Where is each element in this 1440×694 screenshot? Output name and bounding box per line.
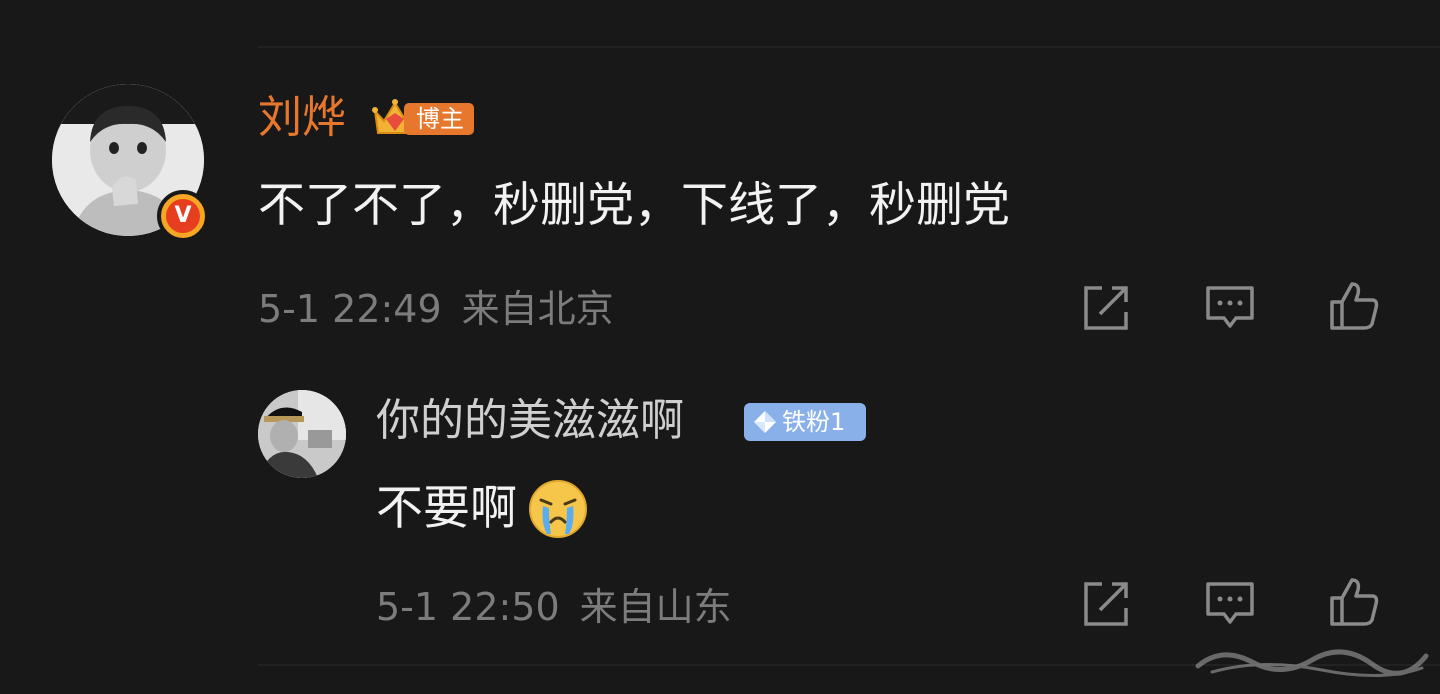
comment-meta: 5-1 22:49 来自北京 bbox=[258, 286, 634, 332]
comment-location: 来自北京 bbox=[461, 287, 614, 331]
like-button[interactable] bbox=[1328, 280, 1380, 332]
share-icon bbox=[1084, 582, 1128, 626]
reply-time: 5-1 22:50 bbox=[376, 585, 560, 629]
reply-share-button[interactable] bbox=[1080, 578, 1132, 630]
reply-author-name[interactable]: 你的的美滋滋啊 bbox=[376, 395, 684, 447]
reply-text: 不要啊 bbox=[376, 481, 517, 536]
reply-avatar[interactable] bbox=[258, 390, 346, 478]
crying-face-icon bbox=[529, 480, 587, 538]
top-divider bbox=[258, 46, 1440, 48]
reply-meta: 5-1 22:50 来自山东 bbox=[376, 584, 752, 630]
blogger-badge: 博主 bbox=[372, 97, 486, 139]
comment-time: 5-1 22:49 bbox=[258, 287, 442, 331]
reply-location: 来自山东 bbox=[579, 585, 732, 629]
comment-button[interactable] bbox=[1204, 282, 1256, 334]
watermark bbox=[1195, 649, 1429, 678]
blogger-badge-label: 博主 bbox=[404, 103, 474, 135]
diamond-icon bbox=[754, 411, 776, 433]
fan-badge: 铁粉1 bbox=[744, 403, 866, 441]
like-icon bbox=[1330, 282, 1379, 330]
comment-text: 不了不了，秒删党，下线了，秒删党 bbox=[258, 178, 1010, 233]
share-icon bbox=[1084, 286, 1128, 330]
comment-icon bbox=[1206, 286, 1254, 328]
like-icon bbox=[1330, 578, 1379, 626]
comment-icon bbox=[1206, 582, 1254, 624]
reply-comment-button[interactable] bbox=[1204, 578, 1256, 630]
reply-like-button[interactable] bbox=[1328, 576, 1380, 628]
reply-content: 不要啊 bbox=[376, 478, 589, 540]
verified-badge-letter: V bbox=[166, 199, 200, 233]
share-button[interactable] bbox=[1080, 282, 1132, 334]
verified-badge: V bbox=[157, 190, 209, 242]
fan-badge-label: 铁粉1 bbox=[782, 408, 846, 436]
author-name[interactable]: 刘烨 bbox=[258, 92, 346, 144]
